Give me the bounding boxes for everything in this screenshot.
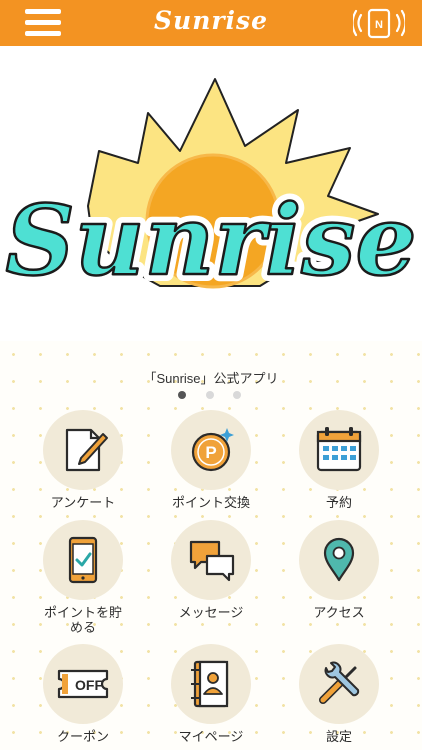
menu-item-collect-points[interactable]: ポイントを貯める (18, 520, 148, 638)
smartphone-check-icon (68, 536, 98, 584)
menu-item-reservation[interactable]: 予約 (274, 410, 404, 528)
menu-item-label: アンケート (50, 495, 116, 510)
survey-edit-icon (65, 428, 108, 472)
hero-logo-area: Sunrise Sunrise (0, 46, 422, 341)
menu-item-label: ポイント交換 (171, 495, 250, 510)
chat-bubbles-icon (189, 540, 235, 582)
menu-item-coupon[interactable]: OFF クーポン (18, 644, 148, 750)
menu-item-access[interactable]: アクセス (274, 520, 404, 638)
sunrise-logo: Sunrise Sunrise (0, 78, 422, 304)
menu-item-label: メッセージ (178, 605, 244, 620)
menu-item-survey[interactable]: アンケート (18, 410, 148, 528)
wrench-screwdriver-icon (319, 661, 360, 704)
point-exchange-icon: P (191, 428, 234, 472)
page-dot-2[interactable] (206, 391, 214, 399)
menu-item-label: 設定 (325, 729, 352, 744)
nfc-badge-letter: N (375, 19, 383, 31)
menu-item-label: クーポン (56, 729, 109, 744)
calendar-icon (316, 427, 362, 472)
menu-item-point-exchange[interactable]: P ポイント交換 (146, 410, 276, 528)
menu-item-label: アクセス (313, 605, 365, 620)
profile-book-icon (191, 660, 229, 708)
coupon-off-text: OFF (75, 677, 103, 693)
menu-item-settings[interactable]: 設定 (274, 644, 404, 750)
logo-text: Sunrise (5, 184, 416, 297)
menu-item-label: ポイントを貯める (43, 605, 122, 635)
menu-item-mypage[interactable]: マイページ (146, 644, 276, 750)
page-dot-1[interactable] (178, 391, 186, 399)
menu-item-label: 予約 (325, 495, 352, 510)
map-pin-icon (323, 537, 355, 582)
point-p-letter: P (205, 443, 216, 462)
menu-item-message[interactable]: メッセージ (146, 520, 276, 638)
nfc-phone-icon[interactable]: N (351, 7, 407, 39)
carousel-caption: 「Sunrise」公式アプリ (143, 371, 279, 386)
carousel-page-indicator (178, 391, 244, 401)
header-bar: Sunrise N (0, 0, 422, 46)
menu-item-label: マイページ (178, 729, 244, 744)
coupon-ticket-icon: OFF (57, 669, 109, 699)
page-dot-3[interactable] (233, 391, 241, 399)
